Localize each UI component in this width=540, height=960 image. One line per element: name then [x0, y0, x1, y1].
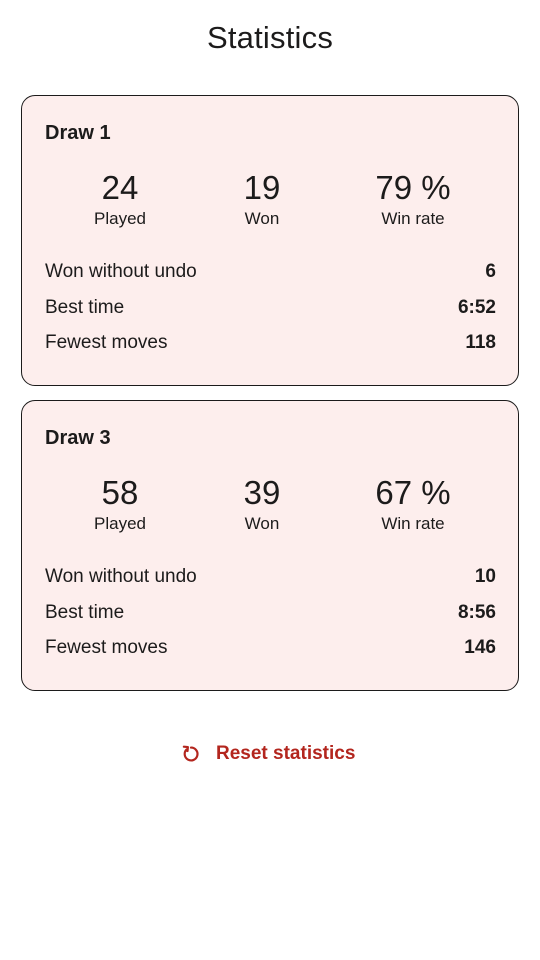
won-value: 39 [243, 474, 281, 511]
detail-row-fewest-moves: Fewest moves 146 [45, 635, 496, 661]
won-stat: 39 Won [192, 471, 332, 535]
card-title: Draw 3 [45, 427, 111, 449]
detail-row-won-without-undo: Won without undo 6 [45, 259, 496, 285]
page-title: Statistics [206, 20, 334, 55]
detail-label: Won without undo [45, 261, 197, 282]
played-stat: 58 Played [50, 471, 190, 535]
winrate-stat: 67 % Win rate [343, 471, 483, 535]
detail-row-fewest-moves: Fewest moves 118 [45, 330, 496, 356]
detail-label: Won without undo [45, 566, 197, 587]
reset-statistics-label: Reset statistics [216, 743, 356, 764]
winrate-label: Win rate [381, 209, 445, 228]
detail-value: 6 [485, 261, 496, 282]
detail-label: Fewest moves [45, 637, 168, 658]
detail-row-best-time: Best time 6:52 [45, 295, 496, 321]
winrate-value: 79 % [375, 169, 451, 206]
stats-card-draw-3: Draw 3 58 Played 39 Won 67 % Win rate Wo… [21, 400, 519, 691]
winrate-stat: 79 % Win rate [343, 166, 483, 230]
played-label: Played [94, 209, 146, 228]
played-stat: 24 Played [50, 166, 190, 230]
played-label: Played [94, 514, 146, 533]
winrate-label: Win rate [381, 514, 445, 533]
detail-value: 6:52 [457, 297, 496, 318]
won-label: Won [244, 209, 280, 228]
reset-statistics-button[interactable]: Reset statistics [180, 738, 355, 770]
won-value: 19 [243, 169, 281, 206]
detail-label: Fewest moves [45, 332, 168, 353]
detail-label: Best time [45, 602, 125, 623]
won-stat: 19 Won [192, 166, 332, 230]
played-value: 58 [101, 474, 139, 511]
detail-value: 10 [474, 566, 496, 587]
detail-label: Best time [45, 297, 125, 318]
played-value: 24 [101, 169, 139, 206]
detail-value: 118 [465, 332, 496, 353]
card-title: Draw 1 [45, 122, 111, 144]
won-label: Won [244, 514, 280, 533]
reset-icon [180, 743, 202, 765]
detail-value: 146 [464, 637, 496, 658]
stats-card-draw-1: Draw 1 24 Played 19 Won 79 % Win rate Wo… [21, 95, 519, 386]
detail-row-won-without-undo: Won without undo 10 [45, 564, 496, 590]
detail-row-best-time: Best time 8:56 [45, 600, 496, 626]
detail-value: 8:56 [457, 602, 496, 623]
winrate-value: 67 % [375, 474, 451, 511]
